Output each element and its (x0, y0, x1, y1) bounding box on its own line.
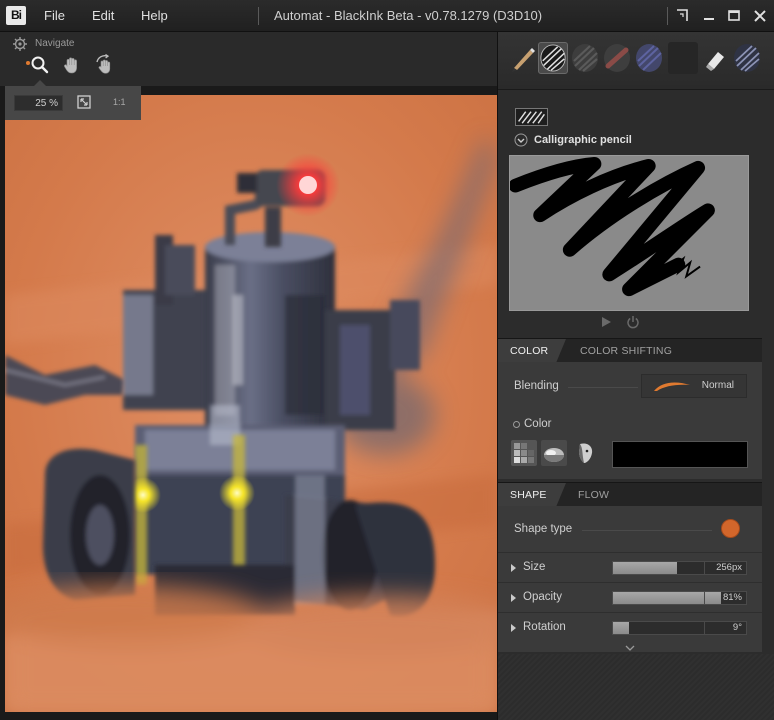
painting-artwork (5, 95, 497, 712)
chevron-right-icon[interactable] (511, 594, 516, 602)
brush-stroke-icon (654, 382, 690, 391)
rotation-label: Rotation (523, 621, 566, 633)
power-icon[interactable] (626, 315, 640, 329)
blue-stroke-brush-icon[interactable] (634, 42, 664, 74)
tab-color-shifting[interactable]: COLOR SHIFTING (568, 339, 684, 363)
size-value: 256px (716, 562, 742, 573)
title-bar: Bi File Edit Help Automat - BlackInk Bet… (0, 0, 774, 32)
size-label: Size (523, 561, 546, 573)
face-icon[interactable] (572, 440, 598, 466)
panel-empty-area (498, 654, 774, 720)
chevron-right-icon[interactable] (511, 624, 516, 632)
slider-divider (704, 562, 705, 574)
opacity-slider[interactable]: 81% (612, 591, 747, 605)
color-tabbar: COLOR COLOR SHIFTING (498, 338, 762, 363)
brush-settings-panel: Calligraphic pencil COLOR COLOR SHIFTING… (497, 32, 774, 720)
zoom-popup: 1:1 (5, 86, 141, 120)
pan-hand-icon[interactable] (61, 54, 83, 76)
slider-divider (704, 622, 705, 634)
snap-icon[interactable] (672, 6, 692, 26)
fit-to-screen-icon[interactable] (77, 95, 91, 109)
tab-color[interactable]: COLOR (498, 339, 566, 363)
painting-canvas[interactable] (5, 95, 497, 712)
title-separator (258, 7, 259, 25)
rotation-value: 9° (732, 622, 742, 633)
gradient-grid-icon[interactable] (511, 440, 537, 466)
title-separator (667, 7, 668, 25)
rotate-hand-icon[interactable] (94, 54, 116, 76)
param-row-size[interactable]: Size 256px (498, 552, 762, 582)
shape-type-label: Shape type (514, 523, 573, 535)
tab-flow[interactable]: FLOW (566, 483, 621, 507)
chevron-right-icon[interactable] (511, 564, 516, 572)
param-row-opacity[interactable]: Opacity 81% (498, 582, 762, 612)
menu-file[interactable]: File (44, 8, 65, 23)
stripe-brush-icon[interactable] (570, 42, 600, 74)
param-row-rotation[interactable]: Rotation 9° (498, 612, 762, 642)
chevron-down-icon[interactable] (624, 645, 636, 653)
brush-name: Calligraphic pencil (534, 134, 632, 146)
color-radio[interactable] (513, 421, 520, 428)
slider-divider (704, 592, 705, 604)
navigate-toolbar: Navigate (0, 32, 497, 86)
close-icon[interactable] (750, 6, 770, 26)
navigate-label: Navigate (35, 38, 75, 49)
size-slider-fill (613, 562, 677, 574)
color-swatch[interactable] (612, 441, 748, 468)
shape-tabbar: SHAPE FLOW (498, 482, 762, 507)
opacity-value: 81% (722, 592, 742, 603)
gear-icon[interactable] (12, 36, 28, 52)
pencil-brush-icon[interactable] (508, 42, 538, 74)
color-section: Blending Normal Color (498, 362, 762, 479)
stroke-preview (509, 155, 749, 311)
opacity-label: Opacity (523, 591, 562, 603)
window-title: Automat - BlackInk Beta - v0.78.1279 (D3… (274, 8, 543, 23)
rotation-slider[interactable]: 9° (612, 621, 747, 635)
color-label: Color (524, 418, 552, 430)
hatch-brush-icon[interactable] (538, 42, 568, 74)
play-icon[interactable] (599, 315, 613, 329)
empty-brush-slot[interactable] (668, 42, 698, 74)
size-slider[interactable]: 256px (612, 561, 747, 575)
row-divider (582, 530, 712, 531)
minimize-icon[interactable] (699, 6, 719, 26)
maximize-icon[interactable] (724, 6, 744, 26)
zoom-level-input[interactable] (14, 95, 63, 111)
shape-section: Shape type Size 256px Opacity 81% Rotati… (498, 506, 762, 652)
chevron-down-icon[interactable] (514, 133, 528, 147)
blending-label: Blending (514, 380, 559, 392)
brush-preset-strip (498, 32, 774, 90)
hatch-brush-2-icon[interactable] (732, 42, 762, 74)
actual-size-button[interactable]: 1:1 (113, 97, 126, 107)
tab-shape[interactable]: SHAPE (498, 483, 566, 507)
shape-type-button[interactable] (721, 519, 740, 538)
current-brush-thumbnail (515, 108, 548, 126)
app-logo: Bi (6, 6, 26, 25)
blending-mode-select[interactable]: Normal (641, 374, 747, 398)
menu-edit[interactable]: Edit (92, 8, 114, 23)
rotation-slider-fill (613, 622, 629, 634)
eraser-brush-icon[interactable] (700, 42, 730, 74)
row-divider (568, 387, 638, 388)
menu-help[interactable]: Help (141, 8, 168, 23)
zoom-icon[interactable] (29, 54, 51, 76)
red-stroke-brush-icon[interactable] (602, 42, 632, 74)
blending-value: Normal (701, 380, 734, 391)
sphere-icon[interactable] (541, 440, 567, 466)
